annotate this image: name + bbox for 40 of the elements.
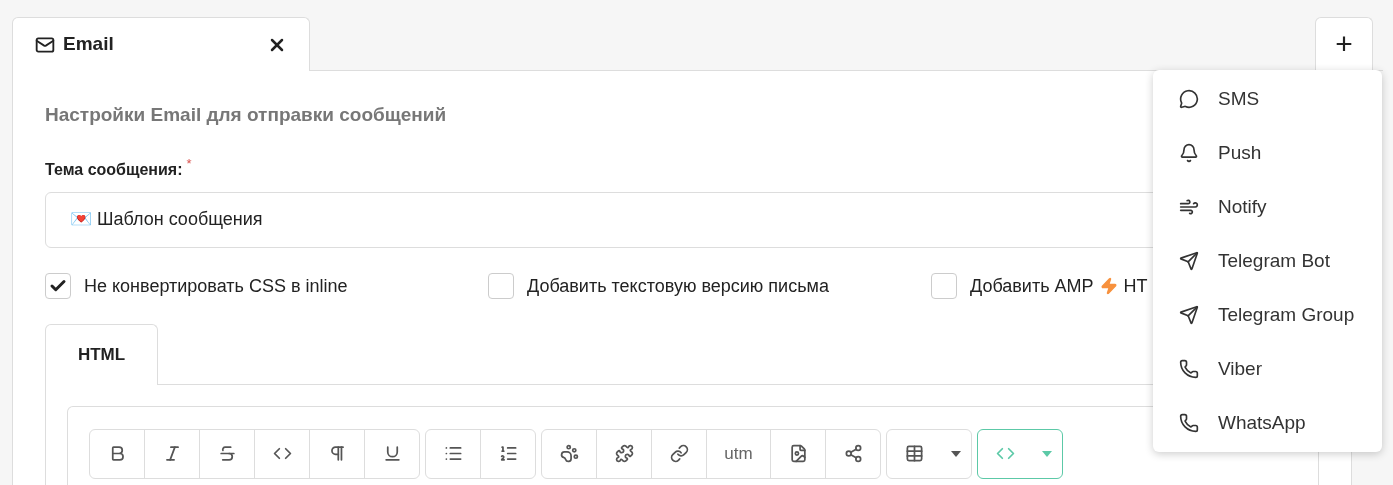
menu-item[interactable]: Push <box>1153 126 1382 180</box>
menu-item[interactable]: WhatsApp <box>1153 396 1382 450</box>
lightning-icon <box>1099 277 1118 295</box>
checkbox[interactable] <box>488 273 514 299</box>
utm-button[interactable]: utm <box>706 429 770 478</box>
phone-icon <box>1179 413 1199 433</box>
checkbox-label: Не конвертировать CSS в inline <box>84 274 348 298</box>
underline-icon <box>382 444 402 463</box>
checkbox[interactable] <box>45 273 71 299</box>
field-label: Тема сообщения: <box>45 159 183 180</box>
table-icon <box>904 444 924 463</box>
paper-plane-icon <box>1179 305 1199 325</box>
checkbox-label: Добавить AMP <box>970 274 1094 298</box>
checkbox-label: Добавить текстовую версию письма <box>527 274 829 298</box>
paw-icon <box>559 444 579 463</box>
puzzle-icon <box>614 444 634 463</box>
checkbox[interactable] <box>931 273 957 299</box>
wind-icon <box>1179 197 1199 217</box>
bell-icon <box>1179 143 1199 163</box>
menu-item[interactable]: Viber <box>1153 342 1382 396</box>
required-mark: * <box>186 154 192 173</box>
caret-icon <box>951 450 961 457</box>
strikethrough-icon <box>217 444 237 463</box>
numbered-list-icon <box>498 444 518 463</box>
caret-icon <box>1042 450 1052 457</box>
checkbox-label: HT <box>1123 274 1148 298</box>
section-heading: Настройки Email для отправки сообщений <box>45 103 448 127</box>
link-icon <box>669 444 689 463</box>
bullet-list-icon <box>443 444 463 463</box>
menu-item[interactable]: SMS <box>1153 72 1382 126</box>
menu-item[interactable]: Telegram Group <box>1153 288 1382 342</box>
share-icon <box>843 444 863 463</box>
speech-bubble-icon <box>1179 89 1199 109</box>
paper-plane-icon <box>1179 251 1199 271</box>
envelope-icon <box>35 34 55 55</box>
image-file-icon <box>788 444 808 463</box>
add-button[interactable]: + <box>1315 17 1373 71</box>
tab[interactable]: Email <box>12 17 310 71</box>
editor-tab[interactable]: HTML <box>45 323 158 385</box>
phone-icon <box>1179 359 1199 379</box>
